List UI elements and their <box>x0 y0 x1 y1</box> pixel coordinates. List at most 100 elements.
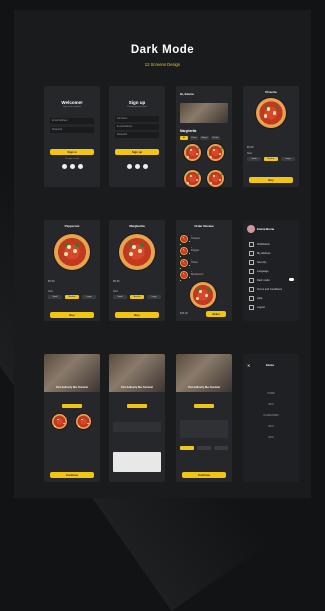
home-screen: Hi, Emma Margherita All Pizza Burger Dri… <box>176 86 232 187</box>
size-medium[interactable]: Medium <box>130 295 144 299</box>
calendar-grid[interactable] <box>180 420 228 438</box>
avatar[interactable] <box>247 225 255 233</box>
ingredient-image <box>180 247 188 255</box>
side-menu-item[interactable]: HOME <box>243 392 299 395</box>
venue-screen-1: Port Authority Bus Terminal Continue <box>44 354 100 482</box>
menu-brand: Emma <box>266 364 274 367</box>
google-icon[interactable] <box>126 164 132 169</box>
side-menu-item[interactable]: INFO <box>243 403 299 406</box>
ingredient-label: Mushroom <box>191 273 204 276</box>
pizza-card-image[interactable] <box>207 144 224 161</box>
size-medium[interactable]: Medium <box>264 157 278 161</box>
menu-dark-mode[interactable]: Dark mode <box>249 278 270 283</box>
ingredient-label: Pepper <box>191 249 200 252</box>
tab-selected[interactable] <box>194 404 214 408</box>
signup-password-field[interactable]: Password <box>115 132 159 138</box>
page-subtitle: 12 Screens Design <box>144 62 181 67</box>
side-menu-item[interactable]: CATEGORIES <box>243 414 299 417</box>
name-field[interactable]: Full Name <box>115 116 159 122</box>
size-large[interactable]: Large <box>82 295 96 299</box>
email-field[interactable]: E-mail Address <box>50 118 94 124</box>
pizza-card-image[interactable] <box>52 414 67 429</box>
pizza-image <box>256 98 286 128</box>
venue-screen-2: Port Authority Bus Terminal <box>109 354 165 482</box>
menu-notification[interactable]: Notification <box>249 242 270 247</box>
profile-name: Emma Brena <box>257 227 275 231</box>
pizza-image <box>190 282 216 308</box>
password-field[interactable]: Password <box>50 127 94 133</box>
tab-selected[interactable] <box>127 404 147 408</box>
globe-icon <box>249 269 254 274</box>
chip-pizza[interactable]: Pizza <box>190 136 198 140</box>
size-medium[interactable]: Medium <box>65 295 79 299</box>
sign-up-button[interactable]: Sign up <box>115 149 159 155</box>
pizza-image <box>54 234 90 270</box>
pizzeria-screen: Pizzeria $5.99 Size Small Medium Large B… <box>243 86 299 187</box>
dark-mode-toggle[interactable] <box>289 278 294 281</box>
side-menu-item[interactable]: INFO <box>243 436 299 439</box>
margherita-title: Margherita <box>129 224 145 228</box>
menu-help[interactable]: Help <box>249 296 262 301</box>
venue-title: Port Authority Bus Terminal <box>56 386 88 389</box>
banner-image[interactable] <box>180 103 228 123</box>
tab-selected[interactable] <box>62 404 82 408</box>
bell-icon <box>249 242 254 247</box>
home-section-title: Margherita <box>180 129 197 133</box>
alt-signin-label: Or sign in with <box>65 158 79 160</box>
size-small[interactable]: Small <box>113 295 127 299</box>
facebook-icon[interactable] <box>69 164 75 169</box>
side-menu-screen: ✕ Emma HOME INFO CATEGORIES INFO INFO <box>243 354 299 482</box>
continue-button[interactable]: Continue <box>50 472 94 478</box>
signup-title: Sign up <box>128 100 146 105</box>
order-button[interactable]: Order <box>206 311 226 317</box>
side-menu-item[interactable]: INFO <box>243 425 299 428</box>
ingredient-label: Cheese <box>191 237 200 240</box>
buy-button[interactable]: Buy <box>115 312 159 318</box>
size-small[interactable]: Small <box>247 157 261 161</box>
price-label: $5.99 <box>113 280 120 283</box>
lock-icon <box>249 260 254 265</box>
size-large[interactable]: Large <box>147 295 161 299</box>
ingredient-label: Onion <box>191 261 198 264</box>
help-icon <box>249 296 254 301</box>
pizza-card-image[interactable] <box>184 170 201 187</box>
signup-social-buttons <box>109 164 165 169</box>
menu-logout[interactable]: Logout <box>249 305 265 310</box>
pizza-card-image[interactable] <box>76 414 91 429</box>
facebook-icon[interactable] <box>134 164 140 169</box>
size-small[interactable]: Small <box>48 295 62 299</box>
signup-screen: Sign up Create your account Full Name E-… <box>109 86 165 187</box>
google-icon[interactable] <box>61 164 67 169</box>
margherita-screen: Margherita $5.99 Size Small Medium Large… <box>109 220 165 321</box>
menu-language[interactable]: Language <box>249 269 269 274</box>
chip-all[interactable]: All <box>180 136 188 140</box>
sign-in-button[interactable]: Sign in <box>50 149 94 155</box>
welcome-subtitle: Sign in to continue <box>63 106 81 108</box>
size-label: Size <box>113 290 119 293</box>
map-thumbnail[interactable] <box>113 452 161 472</box>
time-slot[interactable] <box>214 446 228 450</box>
time-slot-selected[interactable] <box>180 446 194 450</box>
menu-security[interactable]: Security <box>249 260 266 265</box>
continue-button[interactable]: Continue <box>182 472 226 478</box>
pizza-card-image[interactable] <box>184 144 201 161</box>
close-icon[interactable]: ✕ <box>247 363 250 368</box>
chip-drinks[interactable]: Drinks <box>211 136 220 140</box>
pin-icon <box>249 251 254 256</box>
menu-terms[interactable]: Terms and Conditions <box>249 287 282 292</box>
signup-subtitle: Create your account <box>127 106 147 108</box>
buy-button[interactable]: Buy <box>50 312 94 318</box>
buy-button[interactable]: Buy <box>249 177 293 183</box>
menu-address[interactable]: My address <box>249 251 270 256</box>
time-slot[interactable] <box>197 446 211 450</box>
signup-email-field[interactable]: E-mail Address <box>115 124 159 130</box>
welcome-screen: Welcome! Sign in to continue E-mail Addr… <box>44 86 100 187</box>
apple-icon[interactable] <box>142 164 148 169</box>
pizza-card-image[interactable] <box>207 170 224 187</box>
apple-icon[interactable] <box>77 164 83 169</box>
size-large[interactable]: Large <box>281 157 295 161</box>
home-greeting: Hi, Emma <box>180 92 194 96</box>
pepperoni-title: Pepperoni <box>64 224 80 228</box>
chip-burger[interactable]: Burger <box>200 136 209 140</box>
venue-screen-3: Port Authority Bus Terminal Continue <box>176 354 232 482</box>
